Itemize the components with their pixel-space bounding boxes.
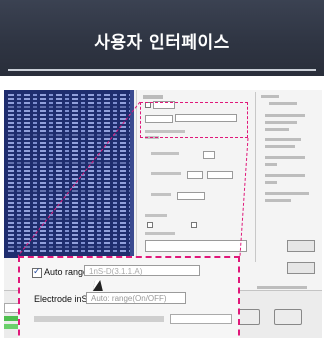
check-icon[interactable] — [32, 266, 42, 278]
header-divider — [8, 69, 316, 71]
auto-range-label: Auto range — [44, 267, 89, 277]
page-title: 사용자 인터페이스 — [94, 33, 230, 53]
electrode-range-field[interactable]: Auto: range(On/OFF) — [86, 292, 186, 304]
zoom-callout: Auto range 1nS-D(3.1.1.A) Electrode inS … — [18, 256, 240, 338]
next-row-field[interactable] — [170, 314, 232, 324]
next-row-label — [34, 316, 164, 322]
electrode-label: Electrode inS — [34, 294, 88, 304]
header-banner: 사용자 인터페이스 — [0, 0, 324, 76]
range-field[interactable]: 1nS-D(3.1.1.A) — [84, 265, 200, 276]
software-screenshot: Auto range 1nS-D(3.1.1.A) Electrode inS … — [4, 90, 322, 338]
ui-figure: 사용자 인터페이스 ✓ Auto range 1nS-D(3.1.1.A) El… — [0, 0, 324, 340]
mouse-pointer-icon — [92, 280, 106, 291]
